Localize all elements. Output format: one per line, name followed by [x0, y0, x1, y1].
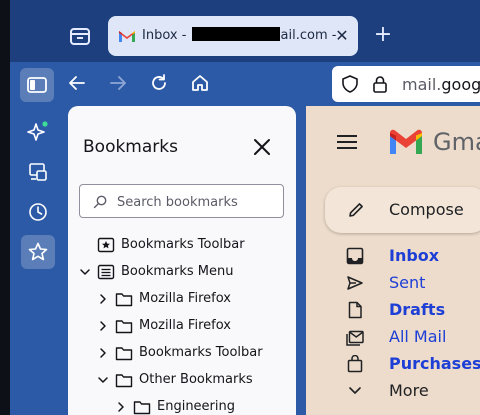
search-icon [93, 195, 107, 209]
nav-item-inbox[interactable]: Inbox [306, 243, 480, 270]
ai-chatbot-button[interactable] [21, 114, 55, 148]
bookmark-label: Mozilla Firefox [139, 318, 231, 333]
chevron-down-icon[interactable] [97, 374, 109, 386]
folder-icon [115, 347, 133, 361]
bookmark-label: Other Bookmarks [139, 372, 253, 387]
reload-button[interactable] [142, 66, 176, 100]
chevron-right-icon[interactable] [97, 320, 109, 332]
pencil-icon [349, 203, 363, 217]
tab-close-button[interactable]: ✕ [332, 26, 352, 46]
synced-tabs-button[interactable] [21, 155, 55, 189]
nav-label: More [389, 381, 429, 400]
bookmark-folder-item[interactable]: Mozilla Firefox [68, 286, 296, 313]
panel-title: Bookmarks [83, 137, 178, 157]
chevron-right-icon[interactable] [97, 293, 109, 305]
url-bar[interactable]: mail.google [332, 66, 480, 102]
sparkle-icon [27, 121, 48, 141]
shield-icon[interactable] [342, 75, 358, 93]
bookmark-label: Bookmarks Toolbar [121, 237, 245, 252]
shopping-bag-icon [347, 355, 363, 373]
draft-icon [348, 301, 362, 319]
forward-button[interactable] [101, 66, 135, 100]
compose-label: Compose [389, 200, 464, 219]
gmail-logo-icon[interactable] [388, 128, 424, 156]
star-folder-icon [97, 237, 115, 253]
chevron-down-icon[interactable] [79, 266, 91, 278]
sidebar-icon [27, 77, 47, 93]
nav-label: All Mail [389, 327, 447, 346]
new-tab-button[interactable]: + [370, 22, 396, 48]
menu-list-icon [97, 264, 115, 280]
browser-window: Inbox - ail.com - ✕ + mail.goog Bookmark… [10, 0, 480, 415]
nav-item-all-mail[interactable]: All Mail [306, 324, 480, 351]
url-text: mail.google [402, 75, 480, 94]
close-icon[interactable] [250, 135, 274, 159]
compose-button[interactable]: Compose [325, 187, 480, 233]
sidebar-toggle-button[interactable] [20, 68, 54, 102]
nav-label: Drafts [389, 300, 446, 319]
tab-title: Inbox - ail.com - [142, 27, 337, 43]
tab-overview-icon[interactable] [66, 22, 94, 50]
chevron-right-icon[interactable] [97, 347, 109, 359]
gmail-wordmark: Gma [433, 128, 480, 156]
gmail-page: Gma Compose Inbox Sent Drafts [306, 106, 480, 415]
inbox-icon [346, 247, 364, 265]
tab-strip: Inbox - ail.com - ✕ + [10, 0, 480, 62]
back-button[interactable] [60, 66, 94, 100]
bookmarks-sidebar-button[interactable] [21, 235, 55, 269]
folder-icon [115, 320, 133, 334]
bookmark-folder-item[interactable]: Bookmarks Toolbar [68, 340, 296, 367]
nav-item-drafts[interactable]: Drafts [306, 297, 480, 324]
nav-toolbar: mail.google [10, 62, 480, 106]
search-bookmarks-field[interactable] [79, 184, 284, 218]
chevron-down-icon [349, 387, 361, 394]
bookmark-label: Bookmarks Menu [121, 264, 234, 279]
gmail-favicon-icon [119, 31, 135, 42]
folder-icon [115, 374, 133, 388]
nav-item-sent[interactable]: Sent [306, 270, 480, 297]
tab-inbox[interactable]: Inbox - ail.com - ✕ [108, 16, 358, 56]
forward-arrow-icon [110, 76, 126, 90]
home-button[interactable] [183, 66, 217, 100]
bookmarks-panel: Bookmarks Bookmarks Toolbar [68, 106, 296, 415]
bookmark-label: Engineering [157, 399, 235, 414]
bookmark-folder-item[interactable]: Bookmarks Menu [68, 259, 296, 286]
bookmark-folder-item[interactable]: Bookmarks Toolbar [68, 232, 296, 259]
bookmark-folder-item[interactable]: Engineering [68, 394, 296, 415]
hamburger-menu-icon[interactable] [336, 133, 358, 151]
folder-icon [133, 401, 151, 415]
all-mail-icon [346, 330, 364, 346]
bookmark-folder-item[interactable]: Mozilla Firefox [68, 313, 296, 340]
bookmark-folder-item[interactable]: Other Bookmarks [68, 367, 296, 394]
nav-label: Inbox [389, 246, 440, 265]
nav-item-purchases[interactable]: Purchases [306, 351, 480, 378]
synced-tabs-icon [29, 163, 47, 181]
nav-label: Sent [389, 273, 426, 292]
nav-item-more[interactable]: More [306, 378, 480, 405]
history-button[interactable] [21, 195, 55, 229]
bookmark-label: Mozilla Firefox [139, 291, 231, 306]
search-input[interactable] [115, 192, 279, 212]
star-icon [28, 242, 48, 261]
nav-label: Purchases [389, 354, 480, 373]
reload-icon [152, 74, 166, 90]
home-icon [192, 75, 208, 91]
back-arrow-icon [69, 76, 85, 90]
chevron-right-icon[interactable] [115, 401, 127, 413]
lock-icon[interactable] [372, 75, 388, 93]
bookmark-label: Bookmarks Toolbar [139, 345, 263, 360]
send-icon [347, 276, 363, 290]
folder-icon [115, 293, 133, 307]
clock-icon [29, 203, 47, 221]
